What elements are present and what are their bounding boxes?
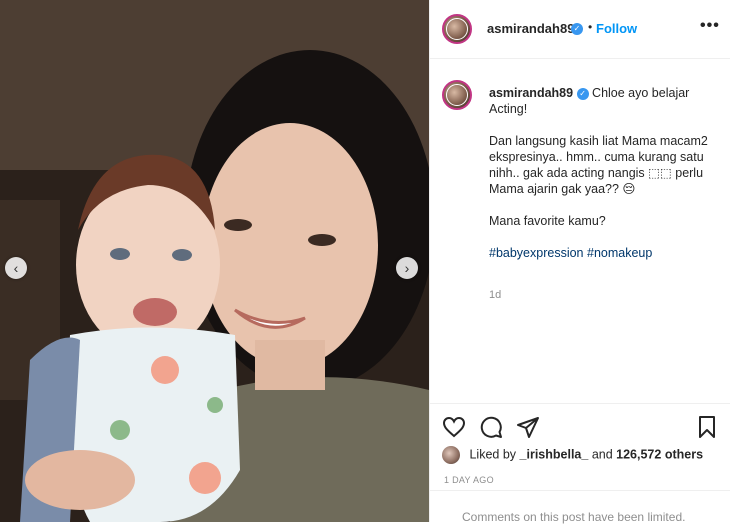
paper-plane-icon[interactable]: [516, 415, 540, 439]
avatar[interactable]: [442, 14, 472, 44]
post-header: asmirandah89 ✓ • Follow •••: [430, 0, 730, 59]
post-date[interactable]: 1 DAY AGO: [444, 475, 494, 485]
post-username[interactable]: asmirandah89: [487, 21, 574, 36]
action-bar: [430, 403, 730, 447]
follow-button[interactable]: Follow: [596, 21, 637, 36]
caption-text: asmirandah89 ✓ Chloe ayo belajar Acting!…: [489, 85, 714, 277]
caption-username[interactable]: asmirandah89: [489, 86, 573, 100]
likes-prefix: Liked by: [469, 447, 517, 462]
hashtag-link[interactable]: #nomakeup: [587, 246, 652, 260]
likes-summary: Liked by _irishbella_ and 126,572 others: [442, 446, 703, 466]
caption-line-3: Mana favorite kamu?: [489, 214, 606, 228]
post-photo[interactable]: ‹ ›: [0, 0, 429, 522]
comment-icon[interactable]: [479, 415, 503, 439]
caption-timestamp[interactable]: 1d: [489, 289, 501, 301]
verified-badge-icon: ✓: [576, 87, 589, 100]
likes-count[interactable]: 126,572 others: [616, 447, 703, 461]
caption-section: asmirandah89 ✓ Chloe ayo belajar Acting!…: [430, 59, 730, 403]
verified-badge-icon: ✓: [571, 23, 583, 35]
chevron-left-icon[interactable]: ‹: [5, 257, 27, 279]
separator-dot: •: [588, 20, 593, 34]
hashtag-link[interactable]: #babyexpression: [489, 246, 584, 260]
caption-avatar[interactable]: [442, 80, 472, 110]
caption-line-2: Dan langsung kasih liat Mama macam2 eksp…: [489, 134, 708, 196]
more-options-icon[interactable]: •••: [700, 17, 720, 35]
liker-avatar[interactable]: [442, 446, 460, 464]
likes-middle: and: [591, 447, 613, 462]
liker-username[interactable]: _irishbella_: [520, 447, 589, 461]
heart-icon[interactable]: [442, 415, 466, 439]
post-side-panel: asmirandah89 ✓ • Follow ••• asmirandah89…: [429, 0, 730, 524]
chevron-right-icon[interactable]: ›: [396, 257, 418, 279]
comments-bar: Comments on this post have been limited.: [430, 490, 730, 524]
bookmark-icon[interactable]: [695, 415, 719, 439]
photo-illustration: [0, 0, 429, 522]
